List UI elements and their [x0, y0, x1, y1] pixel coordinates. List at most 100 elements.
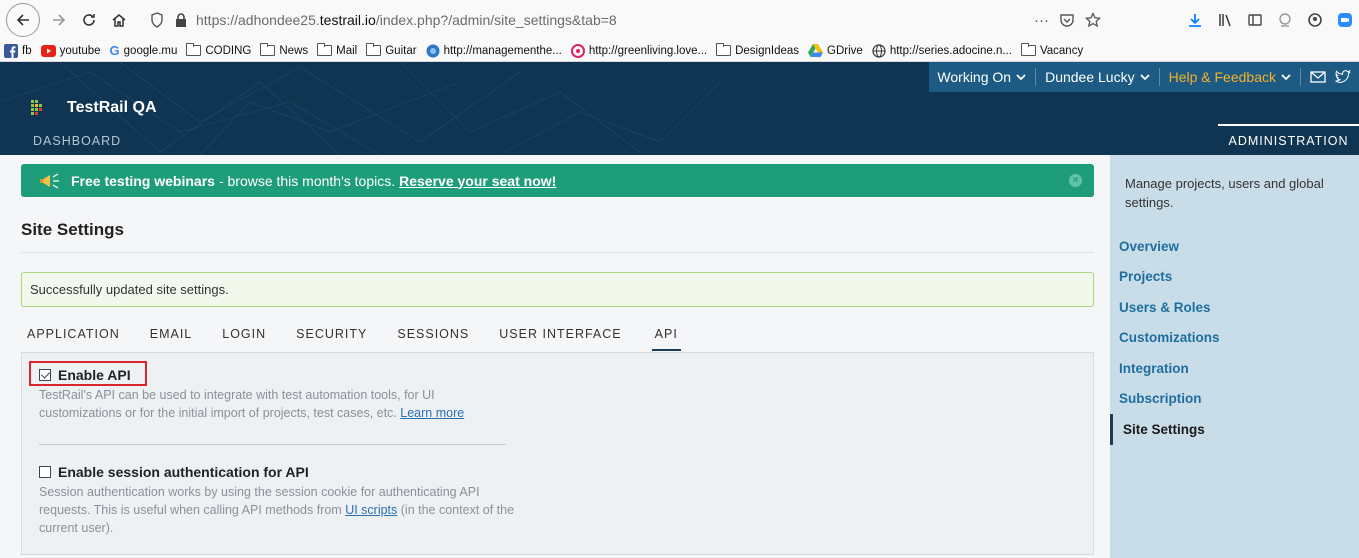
bookmark-fb[interactable]: fb	[4, 43, 32, 58]
banner-text: - browse this month's topics.	[218, 172, 396, 189]
megaphone-icon	[40, 172, 59, 189]
ui-scripts-link[interactable]: UI scripts	[345, 503, 397, 517]
nav-administration[interactable]: ADMINISTRATION	[1218, 124, 1359, 155]
reload-button[interactable]	[74, 5, 104, 35]
session-auth-checkbox[interactable]	[39, 466, 51, 478]
folder-icon	[260, 43, 276, 56]
tab-application[interactable]: APPLICATION	[27, 327, 120, 351]
nav-dashboard[interactable]: DASHBOARD	[33, 134, 121, 148]
enable-api-checkbox[interactable]	[39, 369, 51, 381]
testrail-logo-icon	[31, 100, 42, 115]
learn-more-link[interactable]: Learn more	[400, 406, 464, 420]
folder-icon	[366, 43, 382, 56]
globe-icon	[426, 44, 440, 57]
tab-api[interactable]: API	[651, 327, 681, 351]
tab-security[interactable]: SECURITY	[296, 327, 367, 351]
lock-icon	[176, 13, 186, 27]
library-icon[interactable]	[1217, 12, 1233, 28]
banner-cta-link[interactable]: Reserve your seat now!	[399, 173, 556, 189]
bookmark-series[interactable]: http://series.adocine.n...	[872, 43, 1012, 58]
sidebar-nav: Overview Projects Users & Roles Customiz…	[1110, 231, 1359, 445]
bookmark-mail[interactable]: Mail	[317, 43, 357, 57]
facebook-icon	[4, 43, 18, 58]
bookmark-managementhe[interactable]: http://managementhe...	[426, 44, 562, 58]
success-message: Successfully updated site settings.	[21, 272, 1094, 307]
tab-sessions[interactable]: SESSIONS	[397, 327, 469, 351]
mail-icon[interactable]	[1310, 71, 1326, 83]
user-menu[interactable]: Dundee Lucky	[1045, 69, 1150, 85]
bookmark-gdrive[interactable]: GDrive	[808, 44, 863, 57]
top-user-bar: Working On Dundee Lucky Help & Feedback	[929, 62, 1359, 92]
twitter-icon[interactable]	[1335, 70, 1351, 84]
reload-icon	[83, 14, 95, 26]
bookmark-coding[interactable]: CODING	[186, 43, 251, 57]
sidebar-item-users-roles[interactable]: Users & Roles	[1110, 292, 1359, 323]
drive-icon	[808, 44, 824, 57]
forward-button[interactable]	[44, 5, 74, 35]
extension-icon[interactable]	[1277, 12, 1293, 28]
bookmarks-bar: fb youtube G google.mu CODING News Mail …	[0, 40, 1359, 62]
youtube-icon	[40, 44, 56, 57]
page-actions-icon[interactable]: ···	[1034, 12, 1049, 29]
session-auth-description: Session authentication works by using th…	[39, 485, 515, 535]
bookmark-vacancy[interactable]: Vacancy	[1020, 43, 1083, 57]
folder-icon	[186, 43, 202, 56]
folder-icon	[1020, 43, 1036, 56]
brand-name: TestRail QA	[67, 99, 157, 116]
star-icon[interactable]	[1085, 12, 1101, 28]
api-settings-panel: Enable API TestRail's API can be used to…	[21, 352, 1094, 555]
bookmark-google[interactable]: G google.mu	[110, 43, 178, 58]
bookmark-guitar[interactable]: Guitar	[366, 43, 417, 57]
pin-icon	[570, 43, 585, 58]
sidebar-item-integration[interactable]: Integration	[1110, 353, 1359, 384]
arrow-left-icon	[16, 14, 29, 26]
main-content: Free testing webinars - browse this mont…	[0, 155, 1110, 558]
zoom-extension-icon[interactable]	[1337, 12, 1353, 28]
page-title: Site Settings	[21, 220, 124, 239]
home-icon	[112, 14, 126, 27]
bookmark-news[interactable]: News	[260, 43, 308, 57]
folder-icon	[716, 43, 732, 56]
bookmark-designideas[interactable]: DesignIdeas	[716, 43, 799, 57]
enable-api-label[interactable]: Enable API	[39, 367, 519, 383]
sidebar-item-site-settings[interactable]: Site Settings	[1110, 414, 1359, 445]
banner-title: Free testing webinars	[71, 172, 215, 189]
sidebar-item-overview[interactable]: Overview	[1110, 231, 1359, 262]
help-feedback-menu[interactable]: Help & Feedback	[1169, 69, 1291, 85]
brand[interactable]: TestRail QA	[31, 92, 157, 124]
account-icon[interactable]	[1307, 12, 1323, 28]
option-divider	[39, 444, 506, 445]
shield-icon	[151, 12, 163, 28]
sidebar-item-subscription[interactable]: Subscription	[1110, 384, 1359, 415]
arrow-right-icon	[53, 14, 66, 26]
browser-toolbar: https://adhondee25.testrail.io/index.php…	[0, 0, 1359, 40]
back-button[interactable]	[6, 3, 40, 37]
close-icon[interactable]: ×	[1069, 174, 1082, 187]
chevron-down-icon	[1139, 74, 1150, 81]
sidebar-description: Manage projects, users and global settin…	[1125, 176, 1324, 210]
session-auth-option: Enable session authentication for API Se…	[39, 464, 519, 537]
home-button[interactable]	[104, 5, 134, 35]
pocket-icon[interactable]	[1059, 12, 1075, 28]
title-divider	[21, 252, 1094, 253]
admin-sidebar: Manage projects, users and global settin…	[1110, 155, 1359, 558]
folder-icon	[317, 43, 333, 56]
sidebar-item-customizations[interactable]: Customizations	[1110, 323, 1359, 354]
tab-email[interactable]: EMAIL	[150, 327, 193, 351]
bookmark-youtube[interactable]: youtube	[40, 44, 101, 57]
tab-user-interface[interactable]: USER INTERFACE	[499, 327, 621, 351]
download-icon[interactable]	[1187, 12, 1203, 28]
settings-tabs: APPLICATION EMAIL LOGIN SECURITY SESSION…	[27, 327, 711, 351]
chevron-down-icon	[1016, 74, 1026, 81]
session-auth-label[interactable]: Enable session authentication for API	[39, 464, 519, 480]
tab-login[interactable]: LOGIN	[222, 327, 266, 351]
working-on-menu[interactable]: Working On	[937, 69, 1026, 85]
chevron-down-icon	[1281, 74, 1291, 81]
enable-api-option: Enable API TestRail's API can be used to…	[39, 367, 519, 422]
sidebar-icon[interactable]	[1247, 12, 1263, 28]
sidebar-item-projects[interactable]: Projects	[1110, 262, 1359, 293]
bookmark-greenliving[interactable]: http://greenliving.love...	[570, 43, 707, 58]
url-bar[interactable]: https://adhondee25.testrail.io/index.php…	[150, 6, 1109, 34]
webinar-banner: Free testing webinars - browse this mont…	[21, 164, 1094, 197]
globe-icon	[872, 43, 886, 58]
